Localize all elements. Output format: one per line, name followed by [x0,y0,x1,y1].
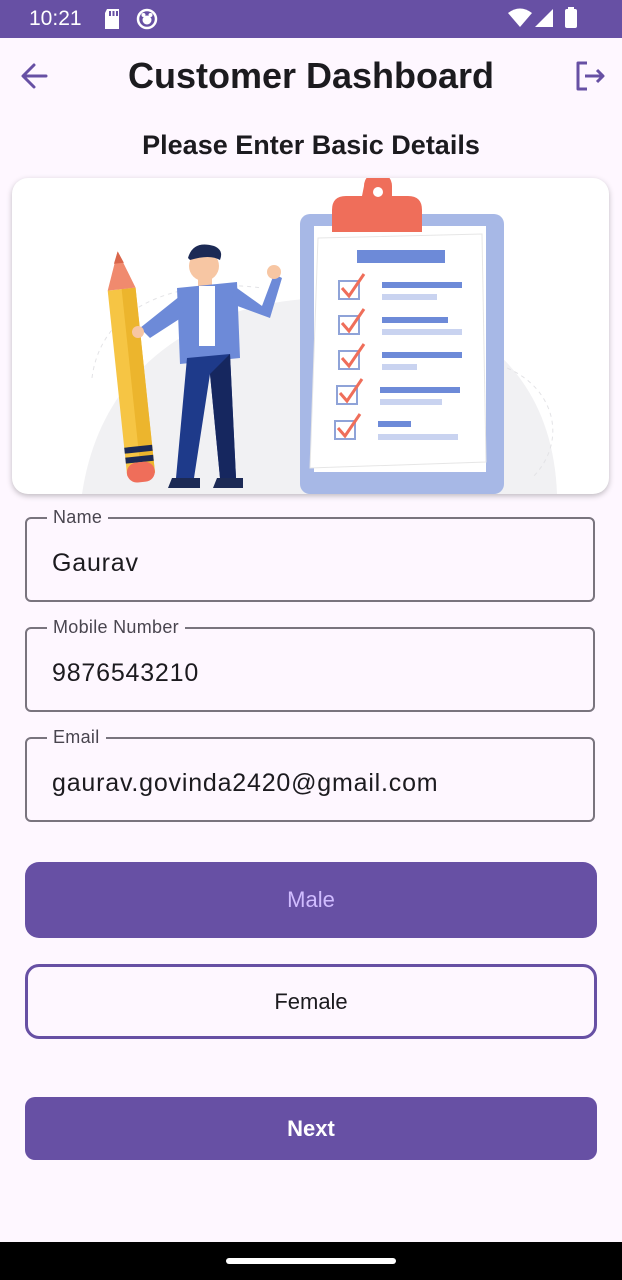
mobile-number-field-value[interactable]: 9876543210 [52,659,199,688]
signal-icon [534,8,554,33]
wifi-icon [508,8,532,33]
mobile-number-field[interactable]: Mobile Number 9876543210 [25,617,595,712]
mobile-number-field-label: Mobile Number [47,617,185,638]
next-button[interactable]: Next [25,1097,597,1160]
email-field[interactable]: Email gaurav.govinda2420@gmail.com [25,727,595,822]
status-time: 10:21 [29,7,82,30]
name-field[interactable]: Name Gaurav [25,507,595,602]
hero-illustration-card [12,178,609,494]
name-field-value[interactable]: Gaurav [52,549,139,578]
status-bar: 10:21 [0,0,622,38]
home-indicator[interactable] [226,1258,396,1264]
email-field-value[interactable]: gaurav.govinda2420@gmail.com [52,769,438,798]
email-field-label: Email [47,727,106,748]
male-button[interactable]: Male [25,862,597,938]
notification-icon [136,8,158,35]
name-field-label: Name [47,507,109,528]
app-bar: Customer Dashboard [0,38,622,118]
logout-icon [574,60,606,97]
female-button[interactable]: Female [25,964,597,1039]
checklist-illustration [82,178,557,494]
logout-button[interactable] [570,58,610,98]
battery-icon [564,7,578,34]
sd-card-icon [103,8,121,35]
form-subtitle: Please Enter Basic Details [142,130,480,160]
page-title: Customer Dashboard [127,55,495,96]
